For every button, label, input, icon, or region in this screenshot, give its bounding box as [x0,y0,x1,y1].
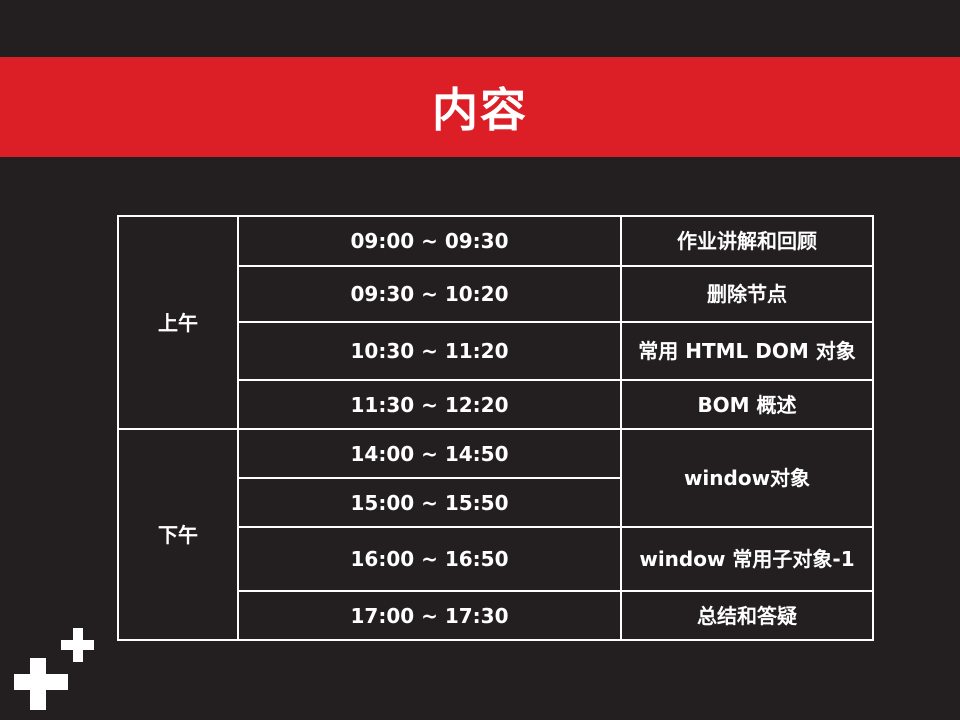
time-cell: 10:30 ~ 11:20 [237,321,622,381]
schedule-table: 上午 09:00 ~ 09:30 作业讲解和回顾 09:30 ~ 10:20 删… [117,215,874,641]
slide-title: 内容 [432,83,528,137]
topic-cell: 总结和答疑 [620,590,874,641]
time-cell: 16:00 ~ 16:50 [237,526,622,592]
table-row: 下午 14:00 ~ 14:50 window对象 [117,428,874,641]
topic-cell: 常用 HTML DOM 对象 [620,321,874,381]
topic-cell: 作业讲解和回顾 [620,215,874,267]
time-cell: 15:00 ~ 15:50 [237,477,622,528]
topic-cell: 删除节点 [620,265,874,323]
plus-logo-icon [14,628,94,710]
topic-cell: window 常用子对象-1 [620,526,874,592]
time-cell: 14:00 ~ 14:50 [237,428,622,479]
period-morning: 上午 [117,215,239,430]
period-afternoon: 下午 [117,428,239,641]
time-cell: 17:00 ~ 17:30 [237,590,622,641]
time-cell: 11:30 ~ 12:20 [237,379,622,430]
time-cell: 09:00 ~ 09:30 [237,215,622,267]
topic-cell: BOM 概述 [620,379,874,430]
time-cell: 09:30 ~ 10:20 [237,265,622,323]
title-banner: 内容 [0,57,960,157]
topic-cell: window对象 [620,428,874,528]
table-row: 上午 09:00 ~ 09:30 作业讲解和回顾 [117,215,874,430]
